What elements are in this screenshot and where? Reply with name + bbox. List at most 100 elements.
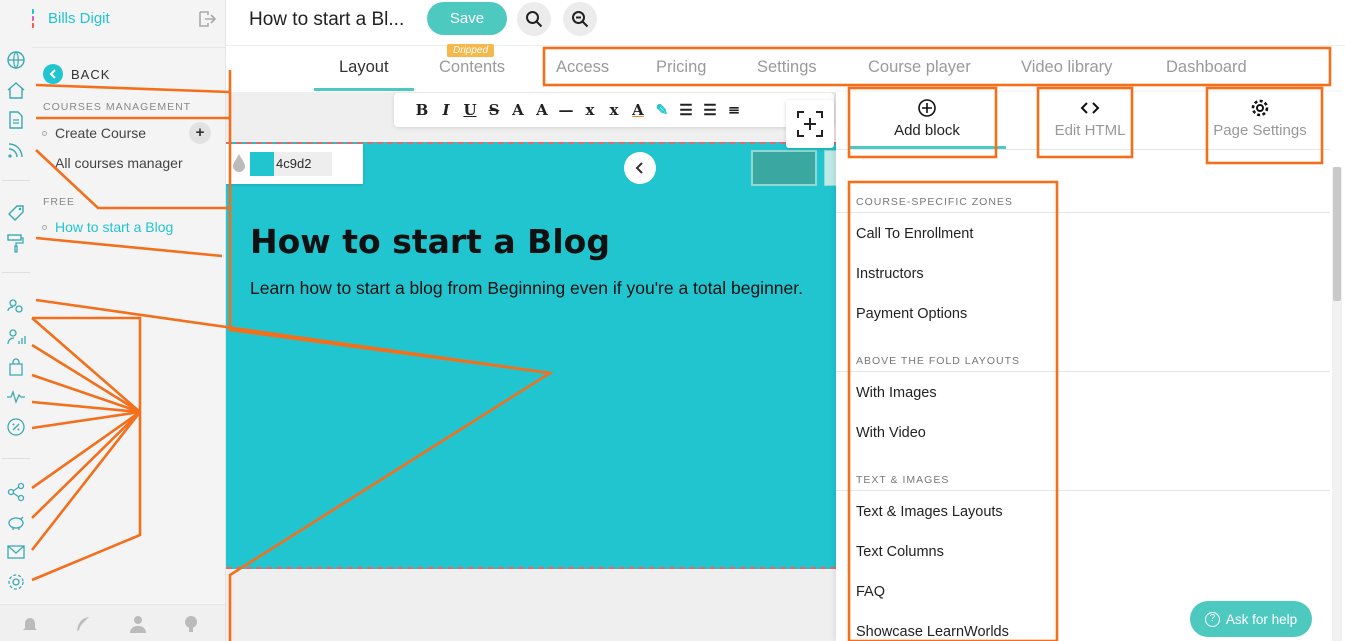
save-button[interactable]: Save	[427, 2, 507, 35]
tab-settings[interactable]: Settings	[757, 58, 817, 77]
rail-divider	[2, 458, 30, 459]
tab-add-block[interactable]: Add block	[848, 92, 1006, 150]
bold-button[interactable]: B	[414, 101, 430, 119]
share-icon[interactable]	[5, 481, 27, 503]
user-icon[interactable]	[128, 614, 148, 634]
block-category: TEXT & IMAGES	[856, 474, 950, 486]
tag-icon[interactable]	[5, 202, 27, 224]
tab-course-player[interactable]: Course player	[868, 58, 971, 77]
horizontal-rule-button[interactable]: —	[558, 101, 574, 119]
tab-edit-html[interactable]: Edit HTML	[1034, 92, 1146, 150]
gear-icon	[1251, 99, 1269, 117]
tab-layout[interactable]: Layout	[339, 58, 389, 77]
feather-icon[interactable]	[73, 614, 93, 634]
numbered-list-button[interactable]: ☰	[702, 101, 718, 119]
add-section-icon[interactable]	[786, 100, 834, 148]
color-picker[interactable]: 4c9d2	[226, 144, 363, 184]
strikethrough-button[interactable]: S	[486, 101, 502, 119]
bullet-list-button[interactable]: ☰	[678, 101, 694, 119]
tab-access[interactable]: Access	[556, 58, 609, 77]
globe-icon[interactable]	[5, 49, 27, 71]
course-sidebar: BACK COURSES MANAGEMENT Create Course + …	[32, 48, 226, 608]
block-call-to-enrollment[interactable]: Call To Enrollment	[856, 226, 973, 242]
piggy-bank-icon[interactable]	[5, 511, 27, 533]
hero-section[interactable]: 4c9d2 How to start a Blog Learn how to s…	[226, 142, 836, 569]
font-size-up-button[interactable]: A	[510, 101, 526, 119]
block-with-video[interactable]: With Video	[856, 425, 926, 441]
divider	[836, 212, 1330, 213]
settings-gear-icon[interactable]	[5, 571, 27, 593]
activity-icon[interactable]	[5, 386, 27, 408]
back-button[interactable]: BACK	[43, 64, 110, 84]
support-icon[interactable]	[181, 614, 201, 634]
rss-icon[interactable]	[5, 139, 27, 161]
tab-dashboard[interactable]: Dashboard	[1166, 58, 1247, 77]
droplet-icon	[233, 154, 245, 172]
tab-contents[interactable]: Contents	[439, 58, 505, 77]
icon-rail	[0, 0, 32, 641]
tab-page-settings[interactable]: Page Settings	[1202, 92, 1318, 150]
block-text-columns[interactable]: Text Columns	[856, 544, 944, 560]
block-instructors[interactable]: Instructors	[856, 266, 924, 282]
add-course-button[interactable]: +	[189, 122, 211, 144]
hero-title[interactable]: How to start a Blog	[250, 222, 610, 261]
block-category: COURSE-SPECIFIC ZONES	[856, 196, 1013, 208]
tab-pricing[interactable]: Pricing	[656, 58, 706, 77]
divider	[836, 490, 1330, 491]
code-icon	[1080, 102, 1100, 114]
active-tab-indicator	[314, 88, 414, 91]
home-icon[interactable]	[5, 79, 27, 101]
text-format-toolbar: B I U S A A — x x A ✎ ☰ ☰ ≡	[394, 93, 834, 127]
zoom-out-icon[interactable]	[563, 2, 597, 36]
help-icon: ?	[1204, 611, 1220, 627]
discount-icon[interactable]	[5, 416, 27, 438]
dripped-badge: Dripped	[447, 44, 495, 57]
block-payment-options[interactable]: Payment Options	[856, 306, 967, 322]
user-stats-icon[interactable]	[5, 326, 27, 348]
search-icon[interactable]	[517, 2, 551, 36]
highlight-button[interactable]: ✎	[654, 101, 670, 119]
collapse-panel-button[interactable]	[624, 152, 656, 184]
color-hex-value[interactable]: 4c9d2	[274, 152, 332, 176]
document-icon[interactable]	[5, 109, 27, 131]
sidebar-item-all-courses[interactable]: All courses manager	[42, 155, 183, 171]
align-button[interactable]: ≡	[726, 101, 742, 119]
superscript-button[interactable]: x	[606, 101, 622, 119]
app-window: Bills Digit BACK COURSES MANAGEMENT Crea…	[0, 0, 1345, 641]
school-name[interactable]: Bills Digit	[48, 10, 110, 27]
sidebar-item-create-course[interactable]: Create Course	[42, 125, 146, 141]
users-icon[interactable]	[5, 296, 27, 318]
mail-icon[interactable]	[5, 541, 27, 563]
block-text-images-layouts[interactable]: Text & Images Layouts	[856, 504, 1003, 520]
divider	[836, 149, 1330, 150]
tab-video-library[interactable]: Video library	[1021, 58, 1112, 77]
paint-roller-icon[interactable]	[5, 232, 27, 254]
block-category: ABOVE THE FOLD LAYOUTS	[856, 355, 1020, 367]
sidebar-item-current-course[interactable]: How to start a Blog	[42, 219, 173, 235]
layout-thumbnail[interactable]	[751, 150, 817, 186]
sidebar-footer	[0, 604, 226, 641]
block-with-images[interactable]: With Images	[856, 385, 937, 401]
font-size-down-button[interactable]: A	[534, 101, 550, 119]
page-canvas: B I U S A A — x x A ✎ ☰ ☰ ≡ 4c9d2 How to…	[226, 92, 836, 641]
course-title: How to start a Bl...	[249, 9, 405, 30]
color-swatch[interactable]	[250, 152, 274, 176]
chevron-left-icon	[43, 64, 63, 84]
block-faq[interactable]: FAQ	[856, 584, 885, 600]
shopping-bag-icon[interactable]	[5, 356, 27, 378]
logout-icon[interactable]	[197, 9, 217, 29]
panel-scrollbar[interactable]	[1332, 167, 1342, 641]
block-panel: Add block Edit HTML Page Settings COURSE…	[786, 92, 1345, 641]
italic-button[interactable]: I	[438, 101, 454, 119]
ask-for-help-button[interactable]: ? Ask for help	[1190, 601, 1312, 637]
hero-subtitle[interactable]: Learn how to start a blog from Beginning…	[250, 278, 803, 299]
block-showcase[interactable]: Showcase LearnWorlds	[856, 624, 1009, 640]
course-tabs: Layout Dripped Contents Access Pricing S…	[226, 44, 1345, 92]
layout-thumbnail[interactable]	[824, 150, 836, 186]
top-bar: How to start a Bl... Save	[226, 0, 1345, 46]
text-color-button[interactable]: A	[630, 101, 646, 119]
bell-icon[interactable]	[20, 614, 40, 634]
subscript-button[interactable]: x	[582, 101, 598, 119]
underline-button[interactable]: U	[462, 101, 478, 119]
plus-circle-icon	[918, 99, 936, 117]
